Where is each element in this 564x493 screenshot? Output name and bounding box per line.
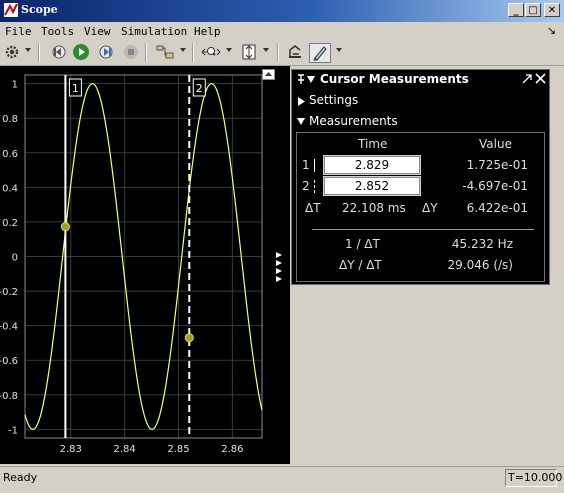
undock-arrow-icon[interactable]: ↘: [547, 24, 556, 37]
dropdown-arrow-icon[interactable]: [226, 48, 233, 54]
x-tick-label: 2.85: [167, 444, 189, 455]
close-panel-icon[interactable]: [535, 73, 546, 84]
measurements-section[interactable]: Measurements: [309, 114, 398, 128]
stop-button[interactable]: [121, 43, 141, 61]
x-tick-label: 2.86: [221, 444, 243, 455]
step-forward-button[interactable]: [97, 43, 117, 61]
toolbar-separator: [145, 43, 147, 62]
close-button[interactable]: ✕: [544, 3, 560, 17]
dropdown-arrow-icon[interactable]: [180, 48, 187, 54]
pin-icon[interactable]: [296, 74, 306, 85]
cursor1-solid-marker: [314, 159, 315, 172]
signal-selector-button[interactable]: [155, 43, 175, 61]
run-button[interactable]: [71, 43, 91, 61]
toolbar-separator: [38, 43, 40, 62]
panel-collapse-handle[interactable]: [274, 250, 284, 290]
delta-t-value: 22.108 ms: [342, 201, 406, 215]
menu-simulation[interactable]: Simulation: [121, 25, 187, 38]
panel-title: Cursor Measurements: [320, 72, 469, 86]
cursor2-marker: [184, 333, 194, 343]
toolbar-separator: [277, 43, 279, 62]
y-tick-label: 0.6: [2, 149, 18, 160]
matlab-scope-icon: [4, 3, 18, 17]
cursor2-tag-label: 2: [196, 82, 203, 95]
divider: [312, 229, 534, 230]
zoom-x-button[interactable]: [201, 43, 221, 61]
value-column-header: Value: [479, 137, 512, 151]
step-back-icon: [52, 45, 66, 59]
toolbar-separator: [192, 43, 194, 62]
minimize-button[interactable]: _: [508, 3, 524, 17]
expand-axes-icon[interactable]: [262, 69, 275, 80]
y-tick-label: -0.2: [0, 287, 18, 298]
time-column-header: Time: [358, 137, 388, 151]
collapse-triangle-icon[interactable]: [297, 118, 306, 126]
y-tick-label: 0.4: [2, 183, 18, 194]
measurements-table: Time Value 1 2.829 1.725e-01 2 2.852 -4.…: [296, 132, 545, 282]
y-tick-label: -0.6: [0, 356, 18, 367]
cursor2-value: -4.697e-01: [462, 179, 528, 193]
style-button[interactable]: [285, 43, 305, 61]
gear-icon: [5, 45, 19, 59]
cursor2-label: 2: [302, 179, 310, 193]
scale-y-button[interactable]: [239, 43, 259, 61]
stop-icon: [124, 45, 138, 59]
measurement-cursor-icon: [313, 46, 327, 61]
collapse-triangle-icon[interactable]: [307, 76, 316, 84]
zoom-x-icon: [201, 47, 221, 56]
y-tick-label: -0.4: [0, 322, 18, 333]
menu-file[interactable]: File: [5, 25, 32, 38]
x-tick-label: 2.83: [60, 444, 82, 455]
step-forward-icon: [99, 45, 113, 59]
status-text: Ready: [3, 471, 38, 484]
status-bar: [0, 466, 564, 493]
title-bar[interactable]: [0, 0, 564, 22]
cursor1-label: 1: [302, 158, 310, 172]
dock-style-icon: [289, 45, 301, 58]
inverse-delta-t-label: 1 / ΔT: [345, 237, 380, 251]
y-tick-label: 0.8: [2, 114, 18, 125]
settings-button[interactable]: [2, 43, 22, 61]
expand-triangle-icon[interactable]: [298, 97, 306, 106]
dropdown-arrow-icon[interactable]: [25, 48, 32, 54]
plot-canvas[interactable]: 1 0.8 0.6 0.4 0.2 0 -0.2 -0.4 -0.6 -0.8 -1 2.83 2.84…: [0, 66, 290, 464]
cursor2-dashed-marker: [314, 180, 316, 193]
y-tick-label: 1: [12, 80, 18, 91]
undock-icon[interactable]: [522, 73, 533, 84]
measurement-cursor-button[interactable]: [309, 43, 331, 63]
cursor-measurements-panel: Cursor Measurements Settings Measurement…: [291, 69, 550, 285]
signal-selector-icon: [156, 45, 174, 59]
scale-y-icon: [242, 44, 256, 60]
step-back-button[interactable]: [48, 43, 68, 61]
y-tick-label: 0.2: [2, 218, 18, 229]
slope-label: ΔY / ΔT: [339, 258, 382, 272]
y-tick-label: -0.8: [0, 391, 18, 402]
menu-help[interactable]: Help: [194, 25, 221, 38]
settings-section[interactable]: Settings: [309, 93, 358, 107]
maximize-button[interactable]: □: [525, 3, 541, 17]
slope-value: 29.046 (/s): [447, 258, 513, 272]
dropdown-arrow-icon[interactable]: [263, 48, 270, 54]
run-icon: [73, 44, 89, 60]
simulation-time: T=10.000: [505, 469, 562, 487]
scope-plot[interactable]: 1 0.8 0.6 0.4 0.2 0 -0.2 -0.4 -0.6 -0.8 -1 2.83 2.84…: [0, 66, 290, 464]
delta-t-label: ΔT: [305, 201, 321, 215]
menu-view[interactable]: View: [84, 25, 111, 38]
x-tick-label: 2.84: [114, 444, 136, 455]
y-tick-label: 0: [12, 253, 18, 264]
dropdown-arrow-icon[interactable]: [336, 48, 343, 54]
delta-y-value: 6.422e-01: [466, 201, 528, 215]
menu-tools[interactable]: Tools: [41, 25, 74, 38]
cursor1-time-input[interactable]: 2.829: [323, 155, 421, 175]
window-edge: [556, 66, 564, 466]
y-tick-label: -1: [8, 425, 18, 436]
cursor1-marker: [60, 222, 70, 232]
cursor1-value: 1.725e-01: [466, 158, 528, 172]
inverse-delta-t-value: 45.232 Hz: [451, 237, 513, 251]
window-title: Scope: [21, 3, 58, 16]
cursor1-tag-label: 1: [72, 82, 79, 95]
cursor2-time-input[interactable]: 2.852: [323, 176, 421, 196]
